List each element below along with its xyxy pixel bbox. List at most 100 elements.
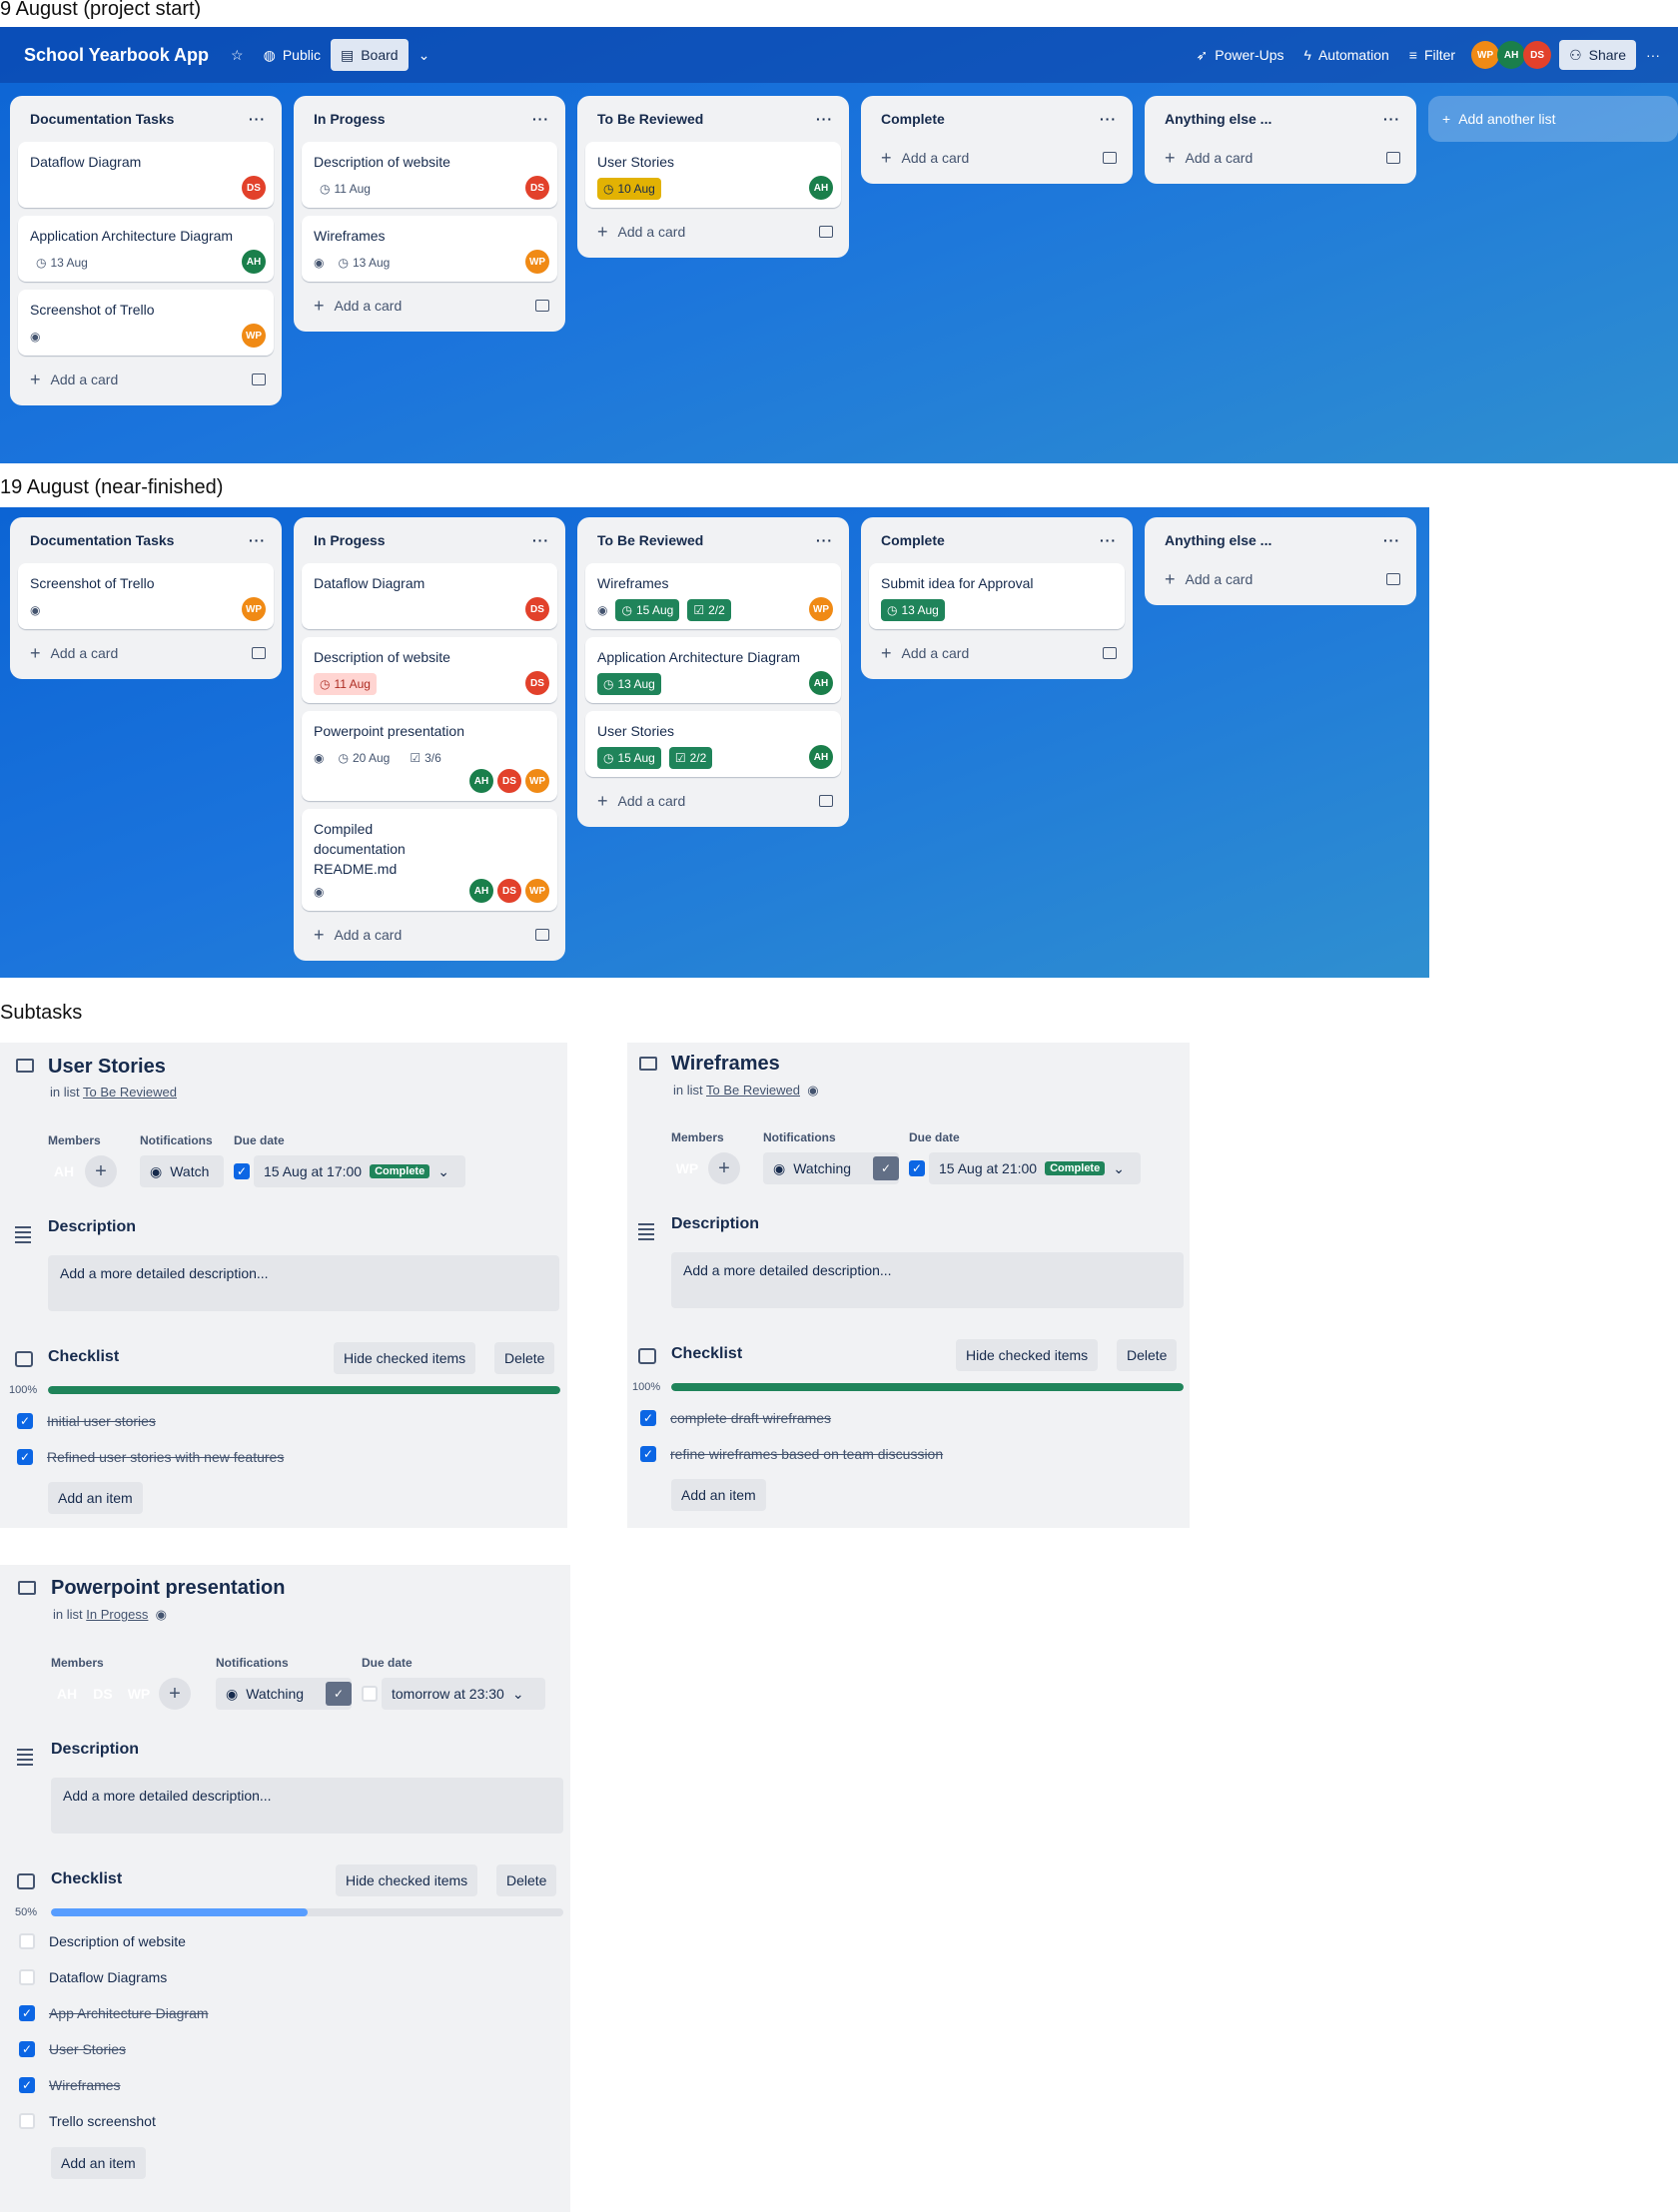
filter-button[interactable]: ≡ Filter [1399,39,1465,71]
item-checkbox[interactable]: ✓ [640,1410,656,1426]
avatar[interactable]: WP [525,769,549,793]
template-icon[interactable] [252,373,266,385]
item-checkbox[interactable]: ✓ [19,2041,35,2057]
board-name[interactable]: School Yearbook App [24,45,209,66]
list-header[interactable]: In Progess ··· [302,525,557,555]
list-header[interactable]: To Be Reviewed ··· [585,104,841,134]
card-dataflow-diagram[interactable]: Dataflow Diagram DS [18,142,274,208]
avatar[interactable]: WP [242,324,266,348]
avatar[interactable]: WP [809,597,833,621]
list-header[interactable]: Anything else ... ··· [1153,525,1408,555]
card-screenshot-of-trello[interactable]: Screenshot of Trello ◉ WP [18,290,274,356]
avatar[interactable]: AH [809,671,833,695]
list-header[interactable]: Anything else ... ··· [1153,104,1408,134]
list-menu-icon[interactable]: ··· [249,532,266,548]
checklist-item[interactable]: Trello screenshot [19,2113,156,2129]
list-link[interactable]: To Be Reviewed [83,1085,177,1100]
card-wireframes[interactable]: Wireframes ◉ ◷ 13 Aug WP [302,216,557,282]
item-checkbox[interactable] [19,2113,35,2129]
list-header[interactable]: In Progess ··· [302,104,557,134]
card-application-architecture-diagram[interactable]: Application Architecture Diagram ◷ 13 Aug… [18,216,274,282]
due-badge-complete[interactable]: ◷ 13 Aug [881,599,945,621]
avatar[interactable]: WP [525,250,549,274]
list-header[interactable]: Documentation Tasks ··· [18,104,274,134]
due-badge[interactable]: ◷ 13 Aug [30,252,94,274]
powerups-button[interactable]: ➶ Power-Ups [1187,39,1294,71]
add-card-button[interactable]: + Add a card [585,785,841,817]
add-card-button[interactable]: + Add a card [585,216,841,248]
avatar[interactable]: AH [242,250,266,274]
list-link[interactable]: In Progess [86,1607,148,1622]
avatar[interactable]: WP [671,1152,703,1184]
due-complete-checkbox[interactable]: ✓ [909,1160,925,1176]
template-icon[interactable] [1386,573,1400,585]
template-icon[interactable] [1103,647,1117,659]
item-checkbox[interactable]: ✓ [19,2005,35,2021]
list-menu-icon[interactable]: ··· [816,111,833,127]
template-icon[interactable] [819,795,833,807]
item-checkbox[interactable] [19,1969,35,1985]
watching-button[interactable]: ◉ Watching ✓ [763,1152,900,1184]
card-dataflow-diagram[interactable]: Dataflow Diagram DS [302,563,557,629]
list-header[interactable]: Complete ··· [869,104,1125,134]
share-button[interactable]: ⚇ Share [1559,40,1636,70]
item-checkbox[interactable]: ✓ [17,1413,33,1429]
avatar[interactable]: AH [51,1678,83,1710]
avatar[interactable]: AH [469,769,493,793]
card-user-stories[interactable]: User Stories ◷ 15 Aug ☑ 2/2 AH [585,711,841,777]
add-list-button[interactable]: + Add another list [1428,96,1678,142]
watching-button[interactable]: ◉ Watching ✓ [216,1678,353,1710]
add-card-button[interactable]: + Add a card [1153,563,1408,595]
item-checkbox[interactable]: ✓ [19,2077,35,2093]
item-checkbox[interactable] [19,1933,35,1949]
hide-checked-button[interactable]: Hide checked items [956,1339,1099,1371]
list-link[interactable]: To Be Reviewed [706,1083,800,1098]
add-item-button[interactable]: Add an item [48,1482,143,1514]
list-menu-icon[interactable]: ··· [532,532,549,548]
item-checkbox[interactable]: ✓ [640,1446,656,1462]
description-input[interactable]: Add a more detailed description... [671,1252,1184,1308]
avatar[interactable]: DS [1523,41,1552,69]
description-input[interactable]: Add a more detailed description... [51,1778,563,1834]
board-members[interactable]: WP AH DS [1471,41,1552,69]
list-header[interactable]: Complete ··· [869,525,1125,555]
add-card-button[interactable]: + Add a card [302,290,557,322]
avatar[interactable]: DS [87,1678,119,1710]
due-badge-overdue[interactable]: ◷ 11 Aug [314,673,377,695]
checklist-item[interactable]: ✓ Initial user stories [17,1413,156,1429]
add-member-button[interactable]: + [708,1152,740,1184]
avatar[interactable]: AH [469,879,493,903]
card-powerpoint-presentation[interactable]: Powerpoint presentation ◉ ◷ 20 Aug ☑ 3/6 AH D… [302,711,557,801]
avatar[interactable]: AH [48,1155,80,1187]
add-member-button[interactable]: + [159,1678,191,1710]
checklist-item[interactable]: Dataflow Diagrams [19,1969,167,1985]
add-card-button[interactable]: + Add a card [869,637,1125,669]
template-icon[interactable] [535,300,549,312]
list-menu-icon[interactable]: ··· [1100,532,1117,548]
due-complete-checkbox[interactable]: ✓ [234,1163,250,1179]
description-input[interactable]: Add a more detailed description... [48,1255,559,1311]
hide-checked-button[interactable]: Hide checked items [334,1342,476,1374]
avatar[interactable]: AH [1497,41,1526,69]
card-description-of-website[interactable]: Description of website ◷ 11 Aug DS [302,142,557,208]
avatar[interactable]: DS [525,671,549,695]
list-menu-icon[interactable]: ··· [249,111,266,127]
add-card-button[interactable]: + Add a card [1153,142,1408,174]
due-badge-complete[interactable]: ◷ 15 Aug [597,747,661,769]
card-screenshot-of-trello[interactable]: Screenshot of Trello ◉ WP [18,563,274,629]
template-icon[interactable] [252,647,266,659]
checklist-item[interactable]: ✓ complete draft wireframes [640,1410,831,1426]
avatar[interactable]: DS [242,176,266,200]
card-user-stories[interactable]: User Stories ◷ 10 Aug AH [585,142,841,208]
checklist-item[interactable]: ✓ User Stories [19,2041,126,2057]
view-board-button[interactable]: ▤ Board [330,39,409,71]
delete-checklist-button[interactable]: Delete [496,1864,557,1896]
due-badge[interactable]: ◷ 20 Aug [332,747,396,769]
avatar[interactable]: DS [525,597,549,621]
watch-button[interactable]: ◉ Watch [140,1155,224,1187]
list-menu-icon[interactable]: ··· [816,532,833,548]
list-menu-icon[interactable]: ··· [1383,111,1400,127]
checklist-item[interactable]: ✓ Refined user stories with new features [17,1449,284,1465]
avatar[interactable]: WP [242,597,266,621]
avatar[interactable]: AH [809,745,833,769]
